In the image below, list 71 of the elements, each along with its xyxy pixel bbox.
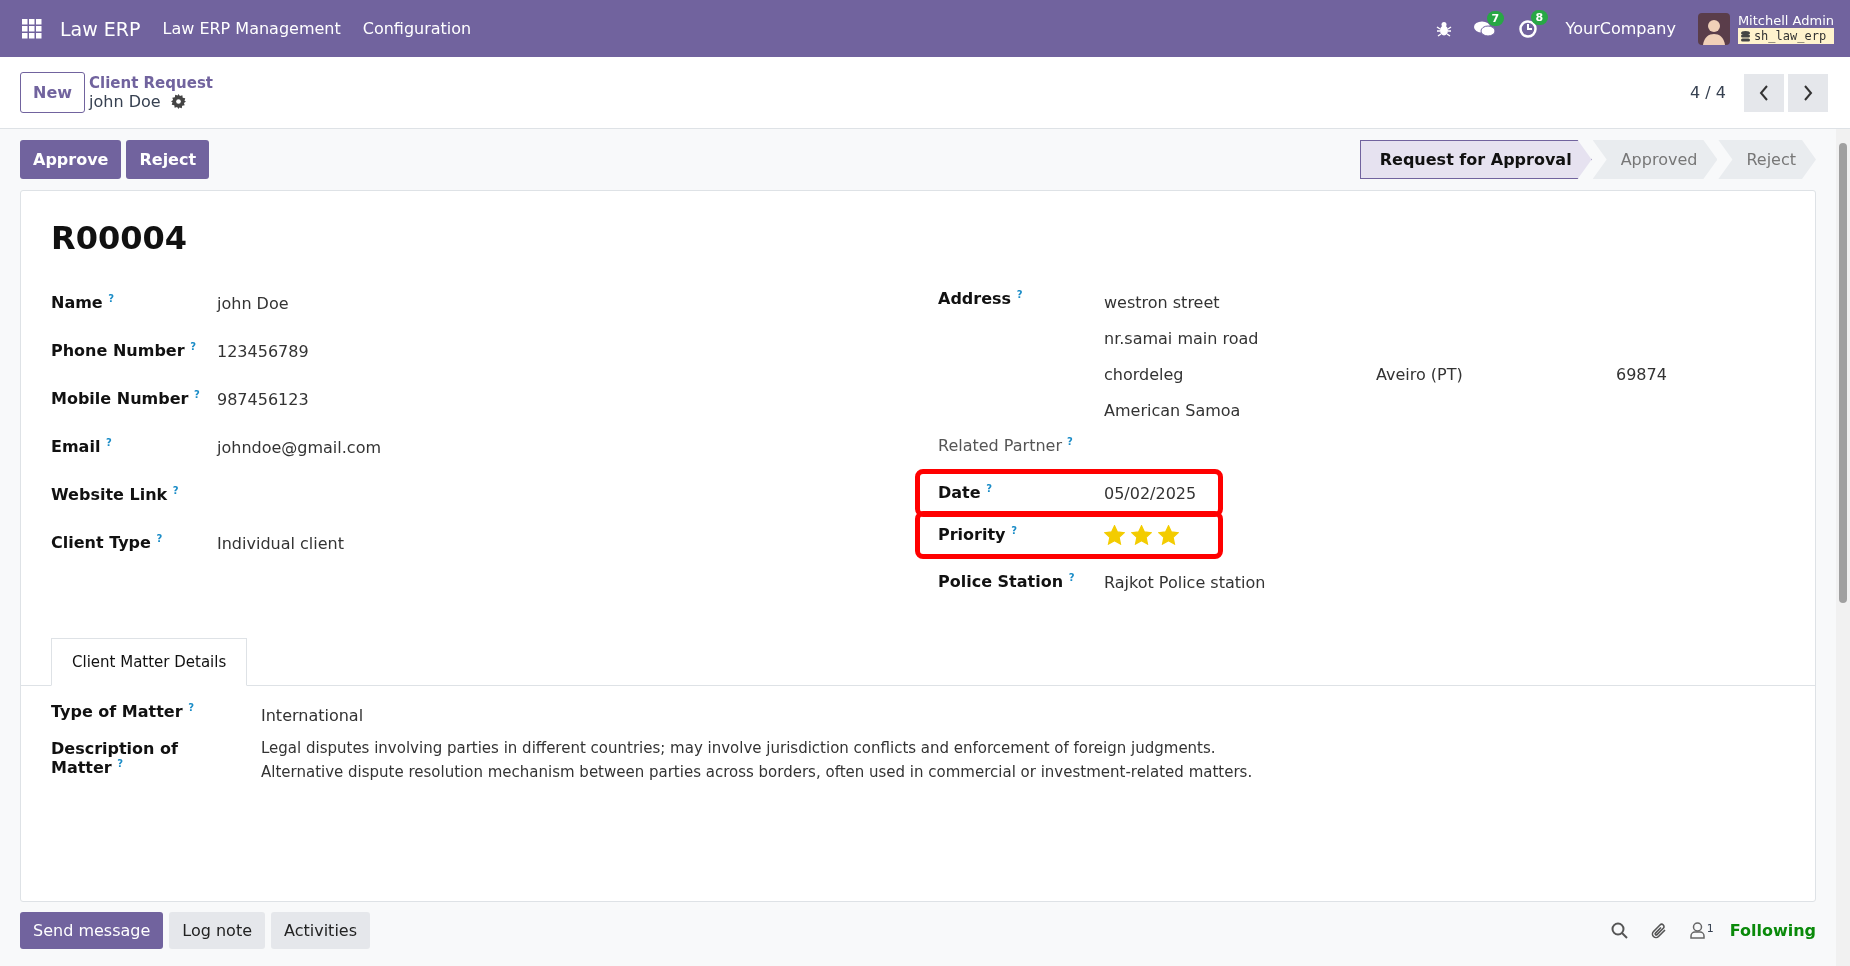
- menu-item[interactable]: Law ERP Management: [162, 19, 341, 38]
- status-stage[interactable]: Request for Approval: [1359, 140, 1592, 179]
- priority-star[interactable]: [1131, 525, 1152, 545]
- priority-star[interactable]: [1158, 525, 1179, 545]
- field-label: Priority $^{?}$: [938, 525, 1018, 545]
- company-switcher[interactable]: YourCompany: [1565, 19, 1676, 38]
- field-label: Phone Number $^{?}$: [51, 341, 197, 361]
- address-zip[interactable]: 69874: [1616, 365, 1667, 384]
- chevron-left-icon: [1759, 84, 1769, 101]
- search-icon[interactable]: [1610, 922, 1628, 939]
- database-name: sh_law_erp: [1753, 29, 1827, 43]
- following-button[interactable]: Following: [1729, 921, 1816, 940]
- record-name: john Doe: [89, 92, 161, 111]
- address-street2[interactable]: nr.samai main road: [1104, 329, 1667, 348]
- person-icon[interactable]: [1689, 922, 1705, 939]
- field-label: Address $^{?}$: [938, 289, 1024, 309]
- address-state[interactable]: Aveiro (PT): [1376, 365, 1616, 384]
- field-label: Date $^{?}$: [938, 483, 993, 503]
- address-city[interactable]: chordeleg: [1104, 365, 1376, 384]
- field-label: Related Partner $^{?}$: [938, 436, 1074, 456]
- previous-button[interactable]: [1744, 73, 1784, 112]
- database-icon: [1740, 30, 1750, 42]
- field-value[interactable]: Rajkot Police station: [1104, 572, 1266, 592]
- activity-count-badge: 8: [1530, 9, 1549, 25]
- menu-item[interactable]: Configuration: [362, 19, 472, 38]
- avatar-icon[interactable]: [1697, 12, 1730, 45]
- chatter-button[interactable]: Activities: [271, 912, 370, 949]
- field-label: Type of Matter $^{?}$: [51, 702, 195, 722]
- action-button[interactable]: Reject: [126, 140, 210, 179]
- field-label: Mobile Number $^{?}$: [51, 389, 201, 409]
- status-stage[interactable]: Reject: [1718, 140, 1816, 179]
- field-label: Client Type $^{?}$: [51, 533, 164, 553]
- address-street[interactable]: westron street: [1104, 293, 1667, 312]
- field-value[interactable]: 123456789: [217, 341, 309, 361]
- status-stage[interactable]: Approved: [1592, 140, 1718, 179]
- scrollbar[interactable]: [1836, 129, 1850, 966]
- address-country[interactable]: American Samoa: [1104, 401, 1667, 420]
- app-name[interactable]: Law ERP: [60, 17, 141, 40]
- field-value[interactable]: 987456123: [217, 389, 309, 409]
- priority-star[interactable]: [1104, 525, 1125, 545]
- field-value[interactable]: john Doe: [217, 293, 289, 313]
- chevron-right-icon: [1803, 84, 1813, 101]
- notebook-tab[interactable]: Client Matter Details: [51, 638, 248, 686]
- chatter-button[interactable]: Log note: [169, 912, 265, 949]
- bug-icon[interactable]: [1435, 20, 1452, 37]
- paperclip-icon[interactable]: [1649, 921, 1668, 940]
- field-value[interactable]: Individual client: [217, 533, 344, 553]
- field-value[interactable]: International: [261, 702, 364, 725]
- field-value[interactable]: johndoe@gmail.com: [217, 437, 381, 457]
- description-line[interactable]: Alternative dispute resolution mechanism between parties across borders, often used in commercial or investment-related matters.: [261, 763, 1253, 781]
- field-label: Description of Matter $^{?}$: [51, 739, 179, 778]
- action-button[interactable]: Approve: [20, 140, 122, 179]
- record-reference: R00004: [51, 219, 188, 257]
- gear-icon[interactable]: [170, 94, 186, 109]
- user-name[interactable]: Mitchell Admin: [1737, 13, 1834, 28]
- next-button[interactable]: [1788, 73, 1828, 112]
- scrollbar-thumb[interactable]: [1839, 143, 1847, 603]
- breadcrumb-link[interactable]: Client Request: [89, 74, 213, 92]
- field-label: Email $^{?}$: [51, 437, 113, 457]
- follower-count: 1: [1706, 922, 1714, 935]
- field-label: Name $^{?}$: [51, 293, 116, 313]
- field-value[interactable]: 05/02/2025: [1104, 483, 1197, 503]
- message-count-badge: 7: [1486, 10, 1505, 26]
- new-button[interactable]: New: [20, 72, 86, 113]
- field-label: Website Link $^{?}$: [51, 485, 180, 505]
- description-line[interactable]: Legal disputes involving parties in different countries; may involve jurisdiction conflicts and enforcement of foreign judgments.: [261, 739, 1253, 757]
- pager-counter: 4 / 4: [1690, 83, 1726, 102]
- apps-grid-icon[interactable]: [22, 18, 42, 39]
- field-label: Police Station $^{?}$: [938, 572, 1076, 592]
- chatter-button[interactable]: Send message: [20, 912, 164, 949]
- clock-icon[interactable]: [1517, 18, 1538, 39]
